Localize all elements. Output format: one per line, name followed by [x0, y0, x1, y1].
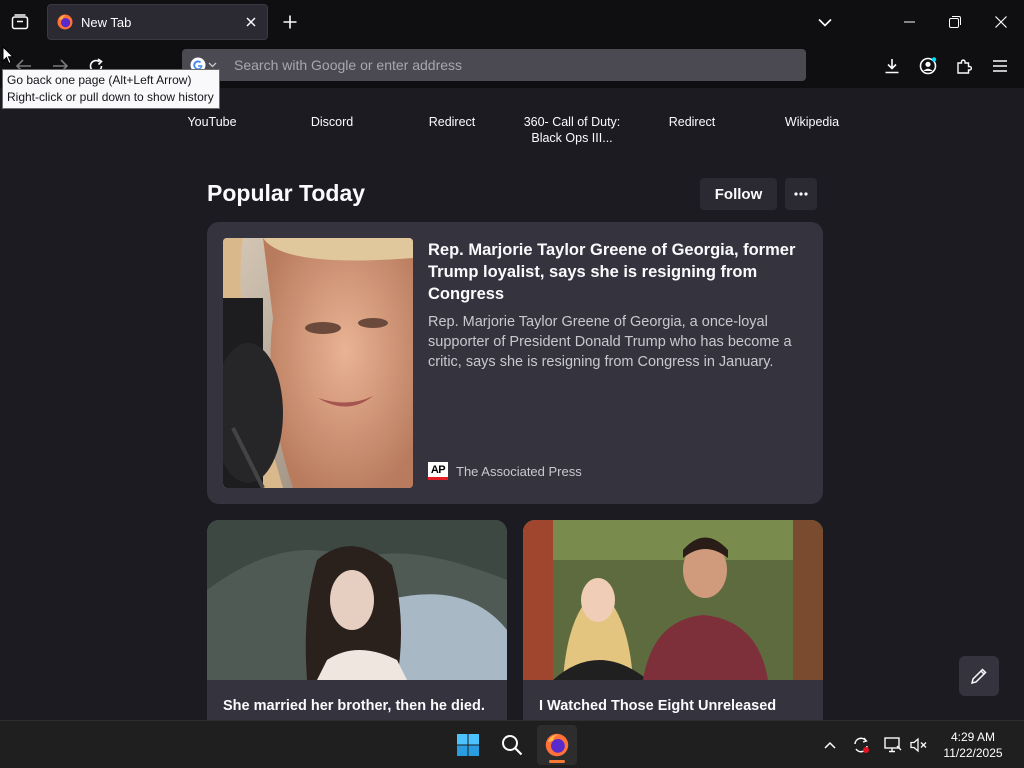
story-card-2-image [523, 520, 823, 680]
close-tab-icon[interactable] [243, 14, 259, 30]
volume-muted-icon[interactable] [909, 735, 929, 755]
story-card-1[interactable]: She married her brother, then he died. [207, 520, 507, 720]
taskbar-search-icon[interactable] [492, 725, 532, 765]
hero-story-source: AP The Associated Press [428, 462, 582, 480]
minimize-window-icon[interactable] [886, 0, 932, 44]
extensions-puzzle-icon[interactable] [952, 54, 976, 78]
more-options-icon[interactable] [785, 178, 817, 210]
show-hidden-icons-chevron-icon[interactable] [820, 735, 840, 755]
hero-story-excerpt: Rep. Marjorie Taylor Greene of Georgia, … [428, 314, 792, 370]
tooltip-line-1: Go back one page (Alt+Left Arrow) [7, 73, 192, 87]
shortcut-wikipedia[interactable]: Wikipedia [757, 114, 867, 130]
shortcut-youtube[interactable]: YouTube [157, 114, 267, 130]
story-card-2[interactable]: I Watched Those Eight Unreleased [523, 520, 823, 720]
close-window-icon[interactable] [978, 0, 1024, 44]
shortcut-call-of-duty[interactable]: 360- Call of Duty: Black Ops III... [517, 114, 627, 146]
source-name: The Associated Press [456, 463, 582, 479]
clock-time: 4:29 AM [950, 730, 996, 744]
sync-update-icon[interactable] [851, 735, 871, 755]
tab-new-tab[interactable]: New Tab [47, 4, 268, 40]
downloads-icon[interactable] [880, 54, 904, 78]
hero-story-title[interactable]: Rep. Marjorie Taylor Greene of Georgia, … [428, 239, 808, 305]
windows-taskbar: 4:29 AM 11/22/2025 [0, 720, 1024, 768]
network-monitor-icon[interactable] [883, 735, 903, 755]
clock-date: 11/22/2025 [943, 746, 1003, 760]
taskbar-clock[interactable]: 4:29 AM 11/22/2025 [930, 729, 1016, 761]
story-card-2-title[interactable]: I Watched Those Eight Unreleased [539, 698, 809, 714]
restore-window-icon[interactable] [932, 0, 978, 44]
chevron-down-icon [208, 62, 217, 68]
shortcut-discord[interactable]: Discord [277, 114, 387, 130]
list-all-tabs-chevron-icon[interactable] [812, 10, 838, 34]
tab-overview-icon[interactable] [8, 10, 32, 34]
firefox-icon [57, 14, 73, 30]
story-card-1-image [207, 520, 507, 680]
ap-logo-icon: AP [428, 462, 448, 480]
new-tab-plus-icon[interactable] [278, 10, 302, 34]
follow-button[interactable]: Follow [700, 178, 777, 210]
hero-story-image [223, 238, 413, 488]
shortcut-redirect-2[interactable]: Redirect [637, 114, 747, 130]
back-button-tooltip: Go back one page (Alt+Left Arrow) Right-… [2, 69, 220, 109]
address-bar[interactable] [182, 49, 806, 81]
tooltip-line-2: Right-click or pull down to show history [7, 90, 214, 104]
taskbar-firefox-icon[interactable] [537, 725, 577, 765]
tab-strip: New Tab [0, 0, 1024, 44]
tab-title: New Tab [81, 14, 132, 30]
hero-story-card[interactable]: Rep. Marjorie Taylor Greene of Georgia, … [207, 222, 823, 504]
windows-start-icon[interactable] [448, 725, 488, 765]
section-title: Popular Today [207, 180, 366, 206]
running-indicator [549, 760, 565, 763]
mouse-cursor-icon [2, 46, 14, 65]
new-tab-page: YouTube Discord Redirect 360- Call of Du… [0, 88, 1024, 720]
story-card-1-title[interactable]: She married her brother, then he died. [223, 698, 493, 714]
shortcut-redirect-1[interactable]: Redirect [397, 114, 507, 130]
account-icon[interactable] [916, 54, 940, 78]
hamburger-menu-icon[interactable] [988, 54, 1012, 78]
url-input[interactable] [230, 50, 806, 80]
customize-pencil-icon[interactable] [959, 656, 999, 696]
